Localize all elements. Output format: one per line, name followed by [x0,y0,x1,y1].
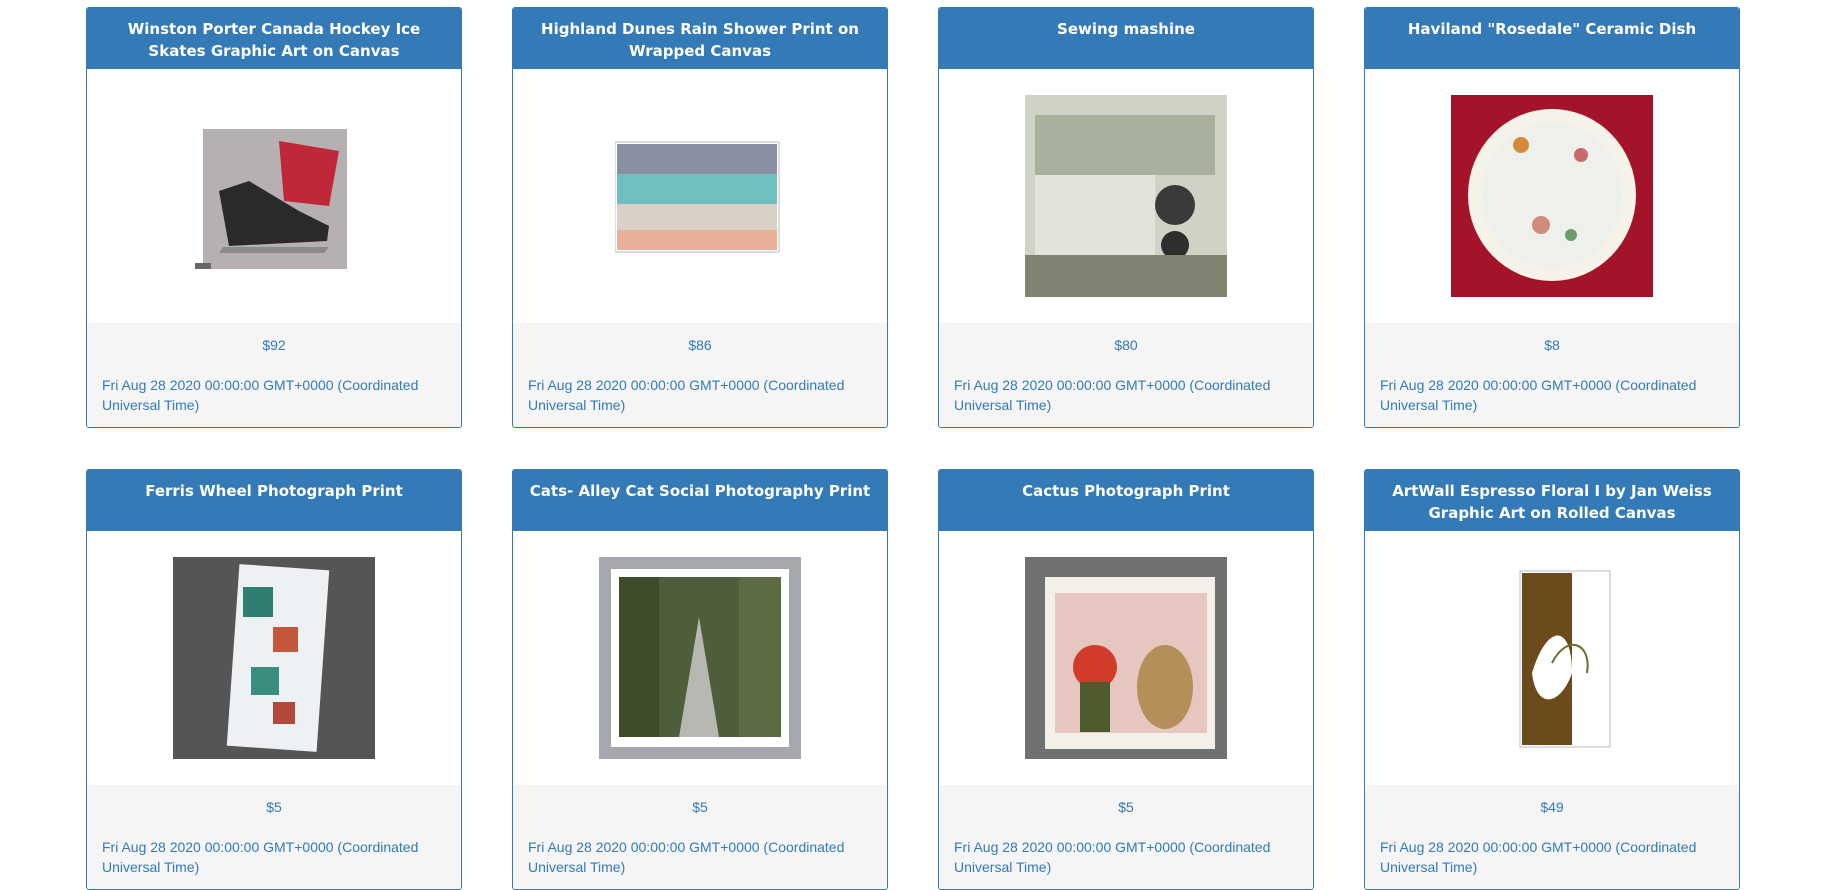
product-card[interactable]: Cats- Alley Cat Social Photography Print… [512,469,888,890]
product-date: Fri Aug 28 2020 00:00:00 GMT+0000 (Coord… [1380,839,1697,875]
product-price: $49 [1540,799,1564,815]
product-card[interactable]: Ferris Wheel Photograph Print $5 Fri Aug… [86,469,462,890]
product-date: Fri Aug 28 2020 00:00:00 GMT+0000 (Coord… [528,377,845,413]
product-price: $5 [1118,799,1134,815]
product-date: Fri Aug 28 2020 00:00:00 GMT+0000 (Coord… [954,377,1271,413]
ceramic-dish-image[interactable] [1451,95,1653,297]
product-price: $5 [266,799,282,815]
product-footer: $80 Fri Aug 28 2020 00:00:00 GMT+0000 (C… [939,323,1313,427]
product-footer: $5 Fri Aug 28 2020 00:00:00 GMT+0000 (Co… [87,785,461,889]
product-date: Fri Aug 28 2020 00:00:00 GMT+0000 (Coord… [102,377,419,413]
product-footer: $5 Fri Aug 28 2020 00:00:00 GMT+0000 (Co… [939,785,1313,889]
product-date: Fri Aug 28 2020 00:00:00 GMT+0000 (Coord… [954,839,1271,875]
product-price: $80 [1114,337,1138,353]
product-footer: $49 Fri Aug 28 2020 00:00:00 GMT+0000 (C… [1365,785,1739,889]
product-title[interactable]: Ferris Wheel Photograph Print [87,470,461,531]
product-card[interactable]: Haviland "Rosedale" Ceramic Dish $8 Fri … [1364,7,1740,428]
product-card[interactable]: Winston Porter Canada Hockey Ice Skates … [86,7,462,428]
product-image-area [513,69,887,323]
product-image-area [939,69,1313,323]
product-price: $86 [688,337,712,353]
product-date: Fri Aug 28 2020 00:00:00 GMT+0000 (Coord… [1380,377,1697,413]
cactus-print-image[interactable] [1025,557,1227,759]
product-image-area [87,531,461,785]
product-image-area [87,69,461,323]
product-price: $92 [262,337,286,353]
product-date: Fri Aug 28 2020 00:00:00 GMT+0000 (Coord… [528,839,845,875]
product-title[interactable]: Highland Dunes Rain Shower Print on Wrap… [513,8,887,69]
product-footer: $86 Fri Aug 28 2020 00:00:00 GMT+0000 (C… [513,323,887,427]
alley-cat-print-image[interactable] [599,557,801,759]
product-footer: $8 Fri Aug 28 2020 00:00:00 GMT+0000 (Co… [1365,323,1739,427]
product-card[interactable]: Cactus Photograph Print $5 Fri Aug 28 20… [938,469,1314,890]
product-title[interactable]: Winston Porter Canada Hockey Ice Skates … [87,8,461,69]
ferris-wheel-print-image[interactable] [173,557,375,759]
hockey-skate-canvas-image[interactable] [173,95,375,297]
product-image-area [939,531,1313,785]
product-image-area [1365,531,1739,785]
product-image-area [1365,69,1739,323]
product-title[interactable]: ArtWall Espresso Floral I by Jan Weiss G… [1365,470,1739,531]
sewing-machine-image[interactable] [1025,95,1227,297]
product-title[interactable]: Sewing mashine [939,8,1313,69]
product-price: $8 [1544,337,1560,353]
beach-canvas-image[interactable] [599,95,801,297]
product-price: $5 [692,799,708,815]
product-footer: $5 Fri Aug 28 2020 00:00:00 GMT+0000 (Co… [513,785,887,889]
product-title[interactable]: Haviland "Rosedale" Ceramic Dish [1365,8,1739,69]
espresso-floral-canvas-image[interactable] [1451,557,1653,759]
product-grid: Winston Porter Canada Hockey Ice Skates … [86,7,1740,890]
product-title[interactable]: Cactus Photograph Print [939,470,1313,531]
product-card[interactable]: Sewing mashine $80 Fri Aug 28 2020 00:00… [938,7,1314,428]
product-footer: $92 Fri Aug 28 2020 00:00:00 GMT+0000 (C… [87,323,461,427]
product-card[interactable]: ArtWall Espresso Floral I by Jan Weiss G… [1364,469,1740,890]
product-image-area [513,531,887,785]
product-card[interactable]: Highland Dunes Rain Shower Print on Wrap… [512,7,888,428]
product-title[interactable]: Cats- Alley Cat Social Photography Print [513,470,887,531]
product-date: Fri Aug 28 2020 00:00:00 GMT+0000 (Coord… [102,839,419,875]
